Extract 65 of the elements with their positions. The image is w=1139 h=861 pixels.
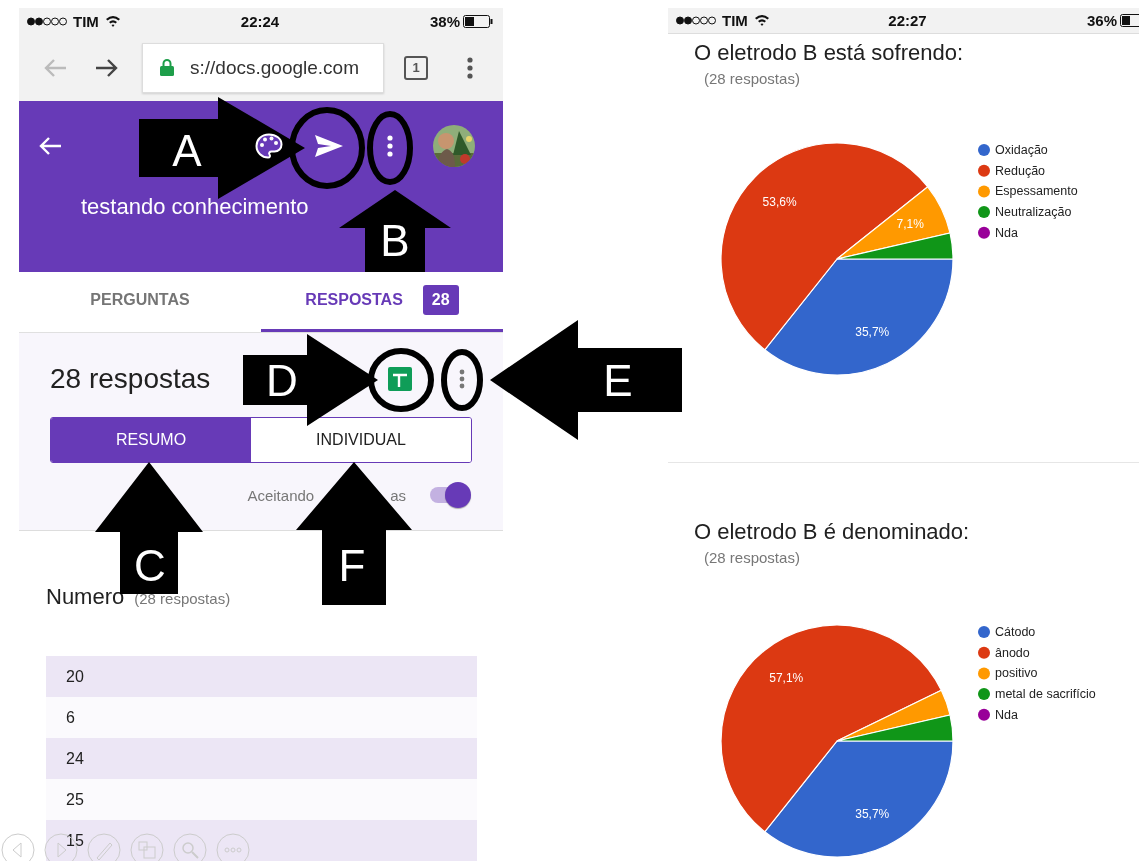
accepting-label: as — [390, 486, 406, 504]
answer-row: 25 — [46, 779, 477, 820]
battery-percent: 38% — [429, 12, 460, 30]
more-icon[interactable] — [459, 369, 465, 390]
highlight-ring — [441, 349, 483, 411]
slice-label: 57,1% — [769, 670, 804, 685]
menu-icon[interactable] — [467, 56, 473, 79]
slice-label: 7,1% — [896, 216, 924, 231]
legend-label: Nda — [995, 707, 1018, 722]
slice-label: 35,7% — [855, 324, 890, 339]
callout-letter: F — [338, 540, 366, 590]
question-title: O eletrodo B está sofrendo: — [694, 38, 965, 67]
view-toggle[interactable]: RESUMO — [51, 418, 251, 463]
legend-label: Cátodo — [995, 625, 1036, 639]
view-toggle[interactable]: INDIVIDUAL — [251, 418, 471, 463]
legend-label: ânodo — [995, 645, 1030, 660]
signal-icon — [676, 15, 716, 25]
wifi-icon — [104, 15, 121, 28]
legend-label: Oxidação — [995, 142, 1048, 157]
slice-label: 53,6% — [762, 194, 797, 209]
clock-time: 22:27 — [888, 11, 927, 29]
answer-row: 20 — [46, 656, 477, 697]
battery-percent: 36% — [1086, 11, 1117, 29]
tab-switcher-button[interactable]: 1 — [404, 55, 428, 80]
clock-time: 22:24 — [240, 12, 280, 30]
address-bar[interactable]: s://docs.google.com — [142, 42, 384, 93]
answer-row: 24 — [46, 738, 477, 779]
legend-label: Espessamento — [995, 184, 1078, 199]
send-icon[interactable] — [315, 134, 343, 157]
palette-icon[interactable] — [255, 132, 283, 159]
legend-label: Neutralização — [995, 204, 1072, 219]
slice-label: 35,7% — [855, 807, 890, 822]
question-title: Numero — [46, 584, 125, 610]
answer-row: 15 — [46, 820, 477, 861]
sheets-icon[interactable] — [388, 367, 412, 392]
toggle-switch[interactable] — [428, 481, 472, 510]
legend-label: positivo — [995, 666, 1038, 681]
forward-arrow-icon[interactable] — [95, 57, 119, 78]
question-title: O eletrodo B é denominado: — [694, 518, 971, 546]
response-count: (28 respostas) — [134, 590, 231, 607]
callout-letter: A — [172, 125, 202, 175]
legend-label: Nda — [995, 225, 1018, 240]
count-badge: 28 — [422, 285, 459, 316]
accepting-label: Aceitando — [247, 486, 315, 504]
battery-icon — [463, 14, 493, 28]
responses-title: 28 respostas — [50, 363, 211, 396]
highlight-ring — [368, 348, 434, 412]
callout-letter: B — [380, 215, 410, 265]
battery-icon — [1120, 13, 1139, 27]
more-icon[interactable] — [387, 134, 393, 157]
response-count: (28 respostas) — [704, 69, 801, 88]
lock-icon — [160, 59, 174, 77]
form-title: testando conhecimento — [81, 193, 310, 220]
tab[interactable]: PERGUNTAS — [19, 271, 261, 333]
answer-row: 6 — [46, 697, 477, 738]
legend-label: metal de sacrifício — [995, 687, 1096, 702]
legend-label: Redução — [995, 163, 1046, 178]
response-count: (28 respostas) — [704, 549, 801, 567]
callout-letter: E — [603, 355, 633, 405]
callout-letter: D — [266, 355, 298, 405]
carrier-name: TIM — [73, 12, 99, 30]
wifi-icon — [753, 14, 770, 27]
callout-letter: C — [134, 540, 166, 590]
signal-icon — [27, 16, 67, 26]
carrier-name: TIM — [722, 11, 748, 29]
